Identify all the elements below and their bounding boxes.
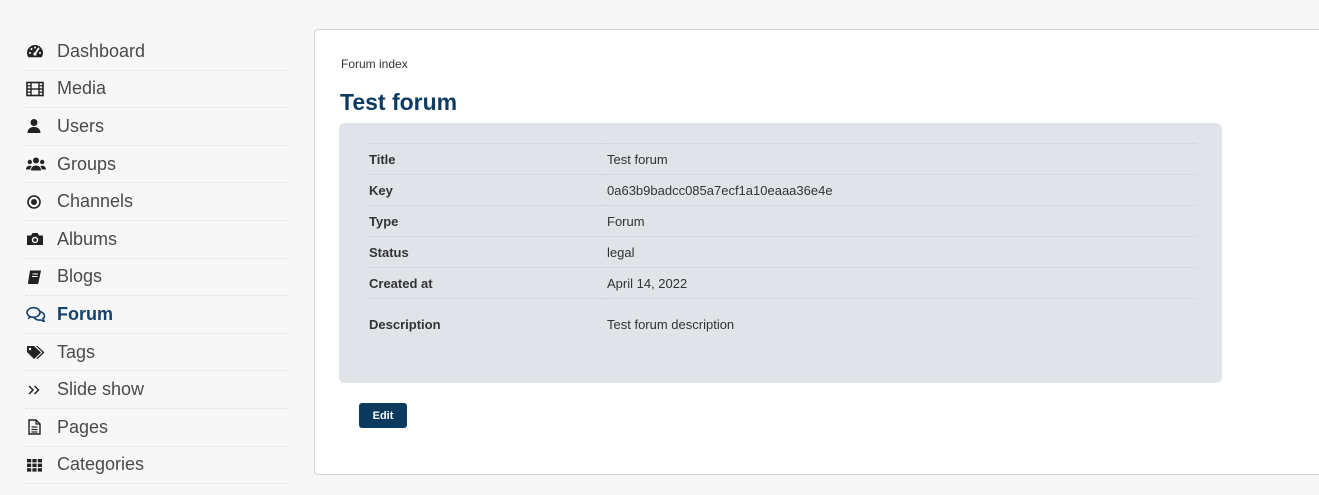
sidebar-item-albums[interactable]: Albums xyxy=(26,221,288,259)
double-angle-right-icon xyxy=(26,381,48,399)
key-label: Key xyxy=(369,182,393,198)
sidebar-item-slide-show[interactable]: Slide show xyxy=(26,371,288,409)
users-icon xyxy=(26,155,48,173)
status-label: Status xyxy=(369,244,409,260)
sidebar-item-label: Albums xyxy=(57,228,118,249)
sidebar-item-label: Dashboard xyxy=(57,40,146,61)
sidebar-item-label: Pages xyxy=(57,416,109,437)
table-row: Title Test forum xyxy=(369,143,1196,175)
sidebar-item-media[interactable]: Media xyxy=(26,71,288,109)
type-value: Forum xyxy=(607,213,645,229)
description-value: Test forum description xyxy=(607,316,735,332)
comments-icon xyxy=(26,305,48,323)
title-label: Title xyxy=(369,151,396,167)
status-value: legal xyxy=(607,244,635,260)
file-text-icon xyxy=(26,418,48,436)
sidebar-item-label: Tags xyxy=(57,341,96,362)
camera-icon xyxy=(26,230,48,248)
description-label: Description xyxy=(369,316,441,332)
breadcrumb-forum-index[interactable]: Forum index xyxy=(341,57,408,71)
table-row: Type Forum xyxy=(369,205,1196,237)
main-panel: Forum index Test forum Title Test forum … xyxy=(314,29,1319,475)
sidebar-item-label: Categories xyxy=(57,454,145,475)
sidebar-item-label: Media xyxy=(57,78,107,99)
sidebar-item-pages[interactable]: Pages xyxy=(26,409,288,447)
sidebar-item-label: Channels xyxy=(57,191,134,212)
table-row: Created at April 14, 2022 xyxy=(369,267,1196,299)
table-row: Status legal xyxy=(369,236,1196,268)
sidebar-item-categories[interactable]: Categories xyxy=(26,447,288,485)
sidebar-item-groups[interactable]: Groups xyxy=(26,146,288,184)
sidebar-item-label: Forum xyxy=(57,303,113,324)
dot-circle-icon xyxy=(26,193,48,211)
sidebar-item-label: Slide show xyxy=(57,379,145,400)
sidebar-item-users[interactable]: Users xyxy=(26,108,288,146)
type-label: Type xyxy=(369,213,399,229)
tags-icon xyxy=(26,343,48,361)
sidebar-item-label: Users xyxy=(57,115,105,136)
table-row: Description Test forum description xyxy=(369,298,1196,350)
tachometer-icon xyxy=(26,42,48,60)
sidebar-item-forum[interactable]: Forum xyxy=(26,296,288,334)
created-at-value: April 14, 2022 xyxy=(607,275,688,291)
sidebar-item-label: Blogs xyxy=(57,266,103,287)
user-icon xyxy=(26,117,48,135)
details-box: Title Test forum Key 0a63b9badcc085a7ecf… xyxy=(339,123,1222,383)
sidebar-item-channels[interactable]: Channels xyxy=(26,183,288,221)
sidebar-item-label: Groups xyxy=(57,153,117,174)
page-title: Test forum xyxy=(340,89,458,115)
sidebar: Dashboard Media Users Groups Channels Al… xyxy=(26,33,288,485)
title-value: Test forum xyxy=(607,151,668,167)
edit-button[interactable]: Edit xyxy=(359,403,407,428)
key-value: 0a63b9badcc085a7ecf1a10eaaa36e4e xyxy=(607,182,833,198)
sidebar-item-tags[interactable]: Tags xyxy=(26,334,288,372)
table-row: Key 0a63b9badcc085a7ecf1a10eaaa36e4e xyxy=(369,174,1196,206)
grid-icon xyxy=(26,456,48,474)
created-at-label: Created at xyxy=(369,275,433,291)
details-table: Title Test forum Key 0a63b9badcc085a7ecf… xyxy=(369,143,1196,349)
sidebar-item-blogs[interactable]: Blogs xyxy=(26,259,288,297)
sidebar-item-dashboard[interactable]: Dashboard xyxy=(26,33,288,71)
book-icon xyxy=(26,268,48,286)
film-icon xyxy=(26,80,48,98)
